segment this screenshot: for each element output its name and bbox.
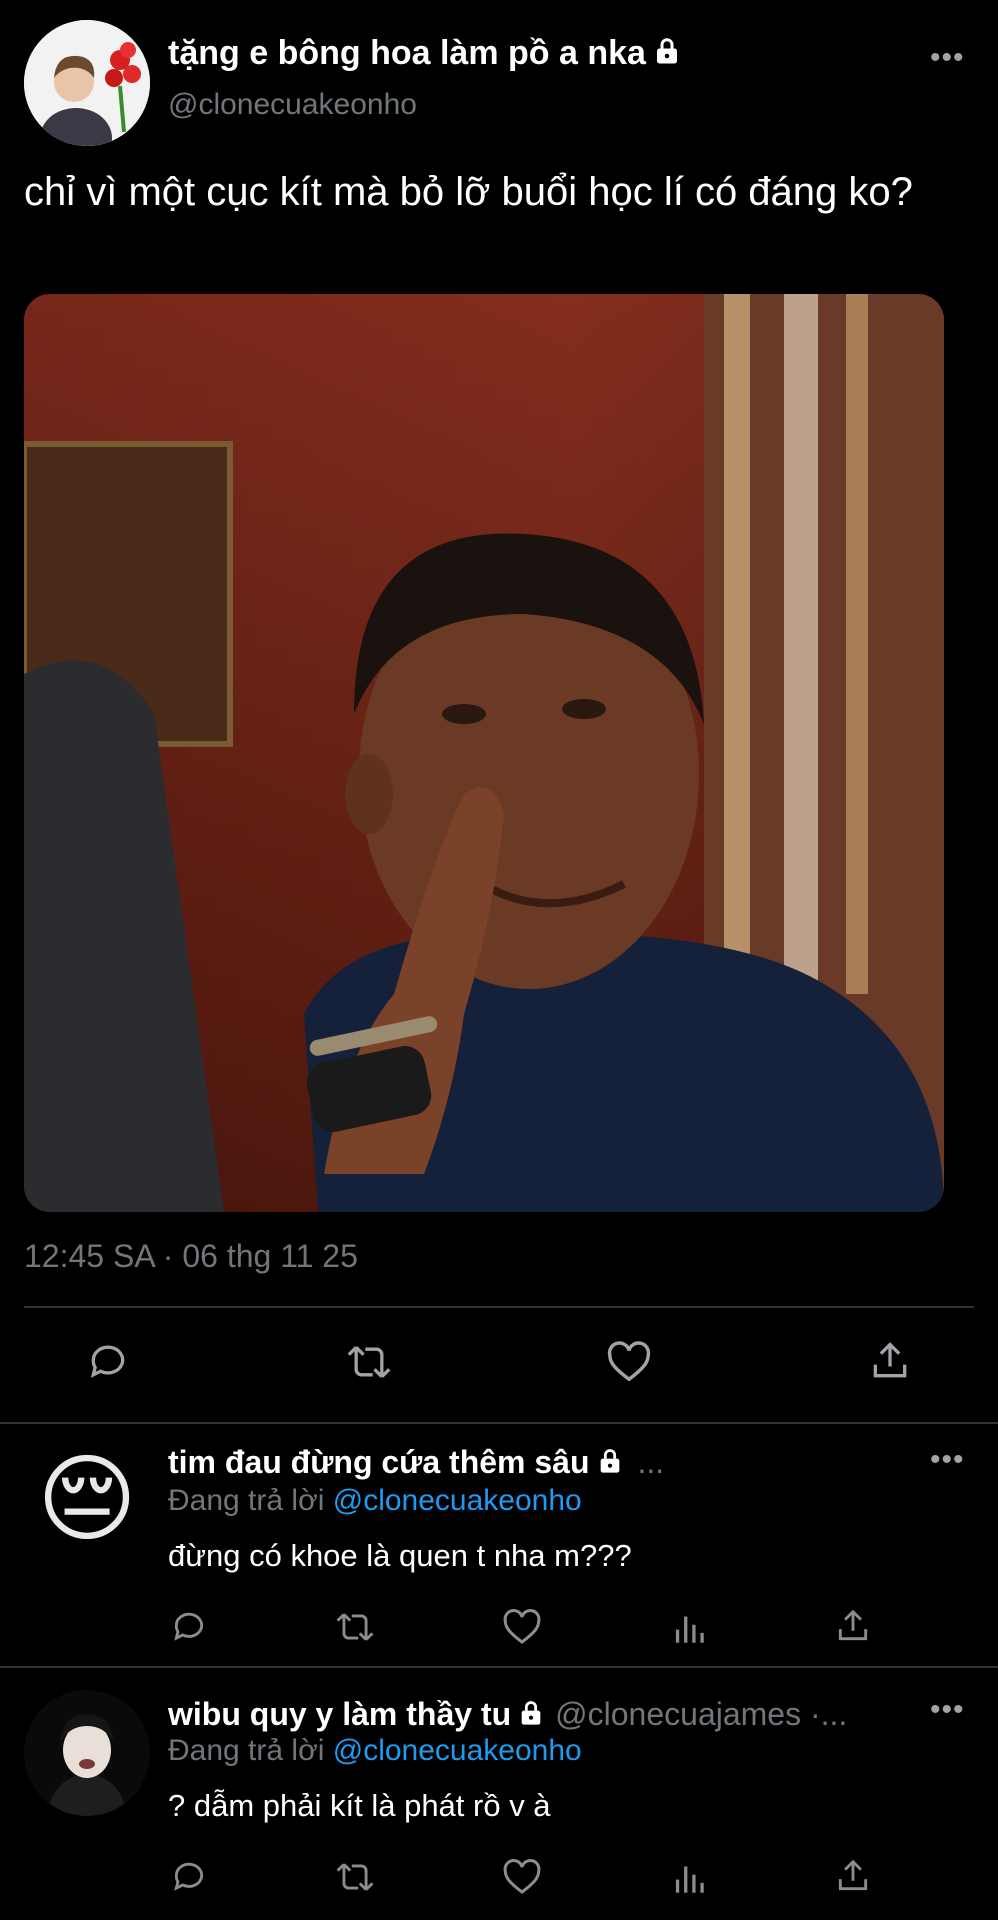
views-icon[interactable] — [672, 1610, 706, 1646]
replying-label: Đang trả lời — [168, 1734, 325, 1767]
views-icon[interactable] — [672, 1860, 706, 1896]
reply-icon[interactable] — [170, 1608, 208, 1646]
reply-author-name-text: tim đau đừng cứa thêm sâu — [168, 1444, 590, 1480]
more-options-icon[interactable]: ••• — [930, 1445, 965, 1475]
reply-author-name[interactable]: tim đau đừng cứa thêm sâu... — [168, 1444, 664, 1483]
tweet-image[interactable] — [24, 294, 944, 1212]
replying-label: Đang trả lời — [168, 1484, 325, 1517]
share-icon[interactable] — [834, 1606, 872, 1646]
reply-author-name-text: wibu quy y làm thầy tu — [168, 1696, 512, 1732]
lock-icon — [652, 36, 682, 75]
author-avatar[interactable] — [24, 20, 150, 146]
divider — [0, 1422, 998, 1424]
like-icon[interactable] — [502, 1608, 542, 1646]
like-icon[interactable] — [502, 1858, 542, 1896]
retweet-icon[interactable] — [334, 1858, 376, 1896]
author-handle[interactable]: @clonecuakeonho — [168, 88, 417, 122]
lock-icon — [517, 1698, 545, 1735]
retweet-icon[interactable] — [334, 1608, 376, 1646]
reply-icon[interactable] — [86, 1340, 130, 1384]
more-options-icon[interactable]: ••• — [930, 43, 965, 73]
tweet-text: chỉ vì một cục kít mà bỏ lỡ buổi học lí … — [24, 170, 913, 214]
avatar-emoji: 😔 — [36, 1446, 138, 1553]
reply-text: ? dẫm phải kít là phát rồ v à — [168, 1788, 551, 1823]
reply-icon[interactable] — [170, 1858, 208, 1896]
lock-icon — [596, 1446, 624, 1483]
author-name-text: tặng e bông hoa làm pồ a nka — [168, 34, 646, 72]
replying-to: Đang trả lời @clonecuakeonho — [168, 1734, 582, 1768]
more-options-icon[interactable]: ••• — [930, 1695, 965, 1725]
replying-to-link[interactable]: @clonecuakeonho — [333, 1484, 582, 1517]
share-icon[interactable] — [834, 1856, 872, 1896]
replying-to: Đang trả lời @clonecuakeonho — [168, 1484, 582, 1518]
truncated-handle: ... — [637, 1444, 665, 1480]
reply-author-handle: @clonecuajames ·... — [555, 1696, 848, 1732]
reply-avatar[interactable] — [24, 1690, 150, 1816]
retweet-icon[interactable] — [344, 1340, 394, 1384]
divider — [24, 1306, 974, 1308]
reply-author-line[interactable]: wibu quy y làm thầy tu @clonecuajames ·..… — [168, 1696, 847, 1735]
reply-text: đừng có khoe là quen t nha m??? — [168, 1538, 632, 1573]
reply-avatar[interactable]: 😔 — [24, 1436, 150, 1562]
divider — [0, 1666, 998, 1668]
author-name[interactable]: tặng e bông hoa làm pồ a nka — [168, 34, 682, 75]
tweet-timestamp[interactable]: 12:45 SA · 06 thg 11 25 — [24, 1238, 358, 1275]
share-icon[interactable] — [868, 1338, 912, 1384]
replying-to-link[interactable]: @clonecuakeonho — [333, 1734, 582, 1767]
like-icon[interactable] — [606, 1340, 652, 1384]
